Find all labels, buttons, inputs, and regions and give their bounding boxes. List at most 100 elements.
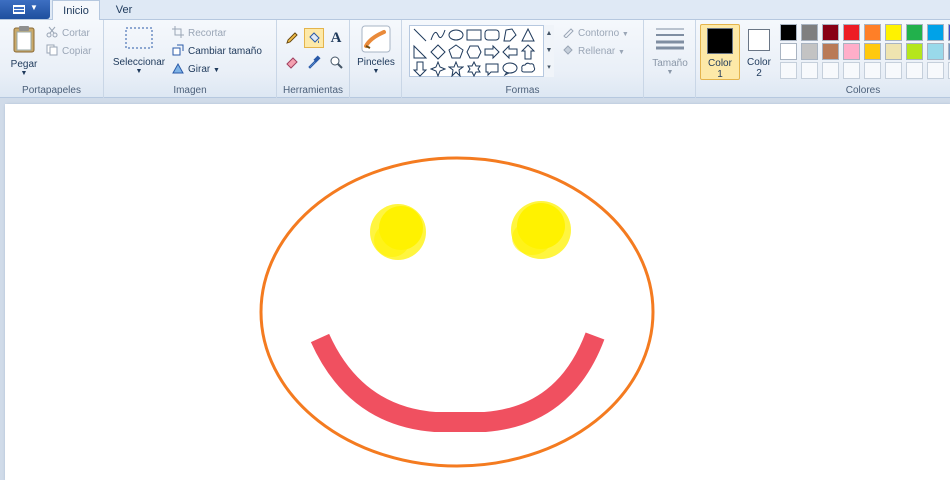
palette-color-swatch[interactable]: [906, 43, 923, 60]
group-image: Seleccionar ▼ Recortar Cambiar tamaño Gi…: [104, 20, 277, 98]
magnifier-tool[interactable]: [326, 52, 346, 72]
brushes-button[interactable]: Pinceles ▼: [354, 24, 398, 80]
five-point-star-shape-icon[interactable]: [448, 61, 464, 77]
diamond-shape-icon[interactable]: [430, 44, 446, 60]
chevron-down-icon: ▼: [135, 68, 143, 75]
palette-custom-swatch[interactable]: [801, 62, 818, 79]
palette-color-swatch[interactable]: [801, 24, 818, 41]
tab-ver[interactable]: Ver: [104, 0, 144, 20]
line-width-icon: [656, 28, 684, 50]
palette-color-swatch[interactable]: [822, 43, 839, 60]
color2-label-line2: 2: [756, 68, 762, 79]
palette-color-swatch[interactable]: [801, 43, 818, 60]
outline-button[interactable]: Contorno ▼: [562, 26, 629, 42]
palette-color-swatch[interactable]: [822, 24, 839, 41]
chevron-down-icon: ▼: [372, 68, 380, 75]
rectangle-shape-icon[interactable]: [466, 27, 482, 43]
palette-color-swatch[interactable]: [927, 43, 944, 60]
palette-color-swatch[interactable]: [780, 43, 797, 60]
pencil-tool[interactable]: [282, 28, 302, 48]
select-button[interactable]: Seleccionar ▼: [110, 26, 168, 82]
size-button[interactable]: Tamaño ▼: [650, 26, 690, 82]
fill-button[interactable]: Rellenar ▼: [562, 44, 625, 60]
group-tools: A Herramientas: [277, 20, 350, 98]
palette-custom-swatch[interactable]: [885, 62, 902, 79]
crop-label: Recortar: [188, 28, 227, 39]
palette-color-swatch[interactable]: [843, 43, 860, 60]
app-menu-button[interactable]: ▼: [0, 0, 50, 19]
palette-color-swatch[interactable]: [906, 24, 923, 41]
line-shape-icon[interactable]: [412, 27, 428, 43]
drawing: [259, 156, 655, 468]
group-label-image: Imagen: [173, 85, 207, 96]
drawing-canvas[interactable]: [5, 104, 950, 480]
resize-button[interactable]: Cambiar tamaño: [172, 44, 262, 60]
text-tool[interactable]: A: [326, 28, 346, 48]
palette-custom-swatch[interactable]: [822, 62, 839, 79]
color2-button[interactable]: Color 2: [741, 24, 777, 80]
color2-label-line1: Color: [747, 57, 771, 68]
eyedropper-icon: [308, 55, 321, 69]
palette-custom-swatch[interactable]: [927, 62, 944, 79]
group-label-tools: Herramientas: [282, 85, 344, 96]
resize-icon: [172, 44, 184, 56]
rounded-rectangle-shape-icon[interactable]: [484, 27, 500, 43]
right-triangle-shape-icon[interactable]: [412, 44, 428, 60]
color1-button[interactable]: Color 1: [700, 24, 740, 80]
hexagon-shape-icon[interactable]: [466, 44, 482, 60]
palette-color-swatch[interactable]: [864, 43, 881, 60]
oval-callout-shape-icon[interactable]: [502, 61, 518, 77]
color1-swatch: [707, 28, 733, 54]
palette-custom-swatch[interactable]: [780, 62, 797, 79]
copy-button[interactable]: Copiar: [46, 44, 91, 60]
pencil-icon: [286, 32, 298, 44]
crop-icon: [172, 26, 184, 38]
curve-shape-icon[interactable]: [430, 27, 446, 43]
palette-color-swatch[interactable]: [885, 43, 902, 60]
palette-color-swatch[interactable]: [864, 24, 881, 41]
tab-inicio[interactable]: Inicio: [52, 0, 100, 21]
eraser-tool[interactable]: [282, 52, 302, 72]
scroll-up-icon[interactable]: ▲: [544, 25, 554, 42]
oval-shape-icon[interactable]: [448, 27, 464, 43]
group-clipboard: Pegar ▼ Cortar Copiar Portapapeles: [0, 20, 104, 98]
four-point-star-shape-icon[interactable]: [430, 61, 446, 77]
ribbon-tab-strip: ▼ Inicio Ver: [0, 0, 950, 21]
cloud-callout-shape-icon[interactable]: [520, 61, 536, 77]
cut-button[interactable]: Cortar: [46, 26, 90, 42]
paint-bucket-icon: [309, 32, 320, 43]
crop-button[interactable]: Recortar: [172, 26, 226, 42]
size-label: Tamaño: [652, 58, 688, 69]
palette-color-swatch[interactable]: [885, 24, 902, 41]
eraser-icon: [286, 57, 298, 69]
up-arrow-shape-icon[interactable]: [520, 44, 536, 60]
pentagon-shape-icon[interactable]: [448, 44, 464, 60]
palette-custom-swatch[interactable]: [843, 62, 860, 79]
fill-tool[interactable]: [304, 28, 324, 48]
palette-custom-swatch[interactable]: [906, 62, 923, 79]
rotate-button[interactable]: Girar ▼: [172, 62, 220, 78]
palette-color-swatch[interactable]: [780, 24, 797, 41]
polygon-shape-icon[interactable]: [502, 27, 518, 43]
chevron-down-icon: ▼: [20, 70, 28, 77]
six-point-star-shape-icon[interactable]: [466, 61, 482, 77]
palette-color-swatch[interactable]: [843, 24, 860, 41]
color-picker-tool[interactable]: [304, 52, 324, 72]
down-arrow-shape-icon[interactable]: [412, 61, 428, 77]
rounded-callout-shape-icon[interactable]: [484, 61, 500, 77]
gallery-expand-icon[interactable]: ▾: [544, 59, 554, 76]
shapes-gallery[interactable]: [409, 25, 554, 77]
chevron-down-icon: ▼: [666, 69, 674, 76]
triangle-shape-icon[interactable]: [520, 27, 536, 43]
paste-button[interactable]: Pegar ▼: [6, 24, 42, 80]
left-arrow-shape-icon[interactable]: [502, 44, 518, 60]
mouth: [310, 332, 605, 432]
palette-color-swatch[interactable]: [927, 24, 944, 41]
palette-custom-swatch[interactable]: [864, 62, 881, 79]
group-label-clipboard: Portapapeles: [22, 85, 81, 96]
right-arrow-shape-icon[interactable]: [484, 44, 500, 60]
copy-label: Copiar: [62, 46, 92, 57]
scroll-down-icon[interactable]: ▼: [544, 42, 554, 59]
shapes-gallery-scroll[interactable]: ▲ ▼ ▾: [543, 25, 554, 77]
chevron-down-icon: ▼: [213, 67, 220, 74]
